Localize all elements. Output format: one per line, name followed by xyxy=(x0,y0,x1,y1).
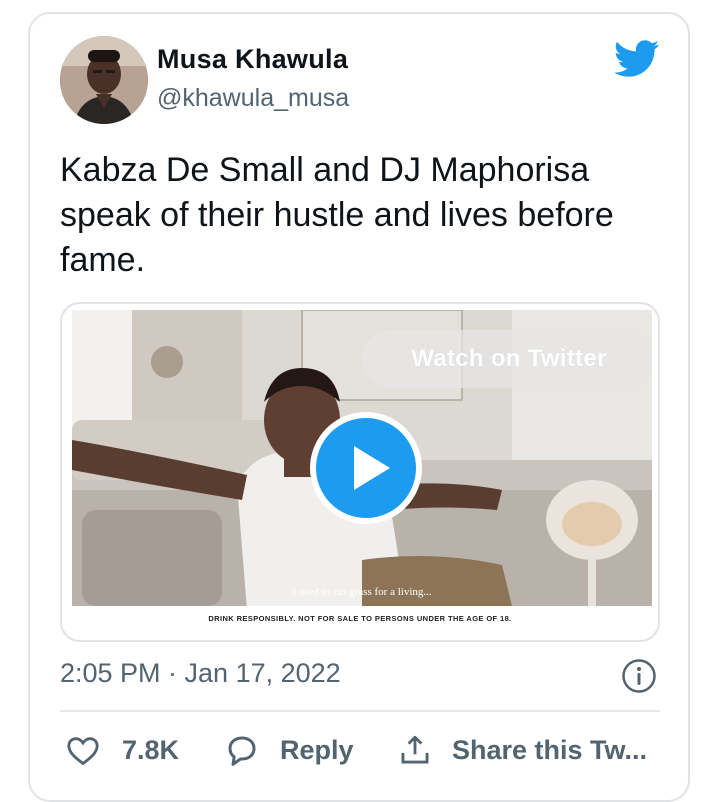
play-icon[interactable] xyxy=(310,412,422,524)
reply-button[interactable]: Reply xyxy=(224,726,354,774)
video-disclaimer: DRINK RESPONSIBLY. NOT FOR SALE TO PERSO… xyxy=(208,614,512,623)
heart-icon xyxy=(67,737,99,766)
reply-icon xyxy=(228,736,256,766)
video-subtitle: I used to cut grass for a living... xyxy=(292,586,432,598)
video-thumbnail[interactable]: Watch on Twitter I used to cut grass for… xyxy=(72,310,652,606)
share-button[interactable]: Share this Tw... xyxy=(398,726,647,774)
watch-on-twitter-button[interactable]: Watch on Twitter xyxy=(362,330,652,388)
video-card[interactable]: Watch on Twitter I used to cut grass for… xyxy=(60,302,660,642)
tweet-text: Kabza De Small and DJ Maphorisa speak of… xyxy=(60,151,614,279)
info-icon[interactable] xyxy=(621,658,657,694)
twitter-bird-icon[interactable] xyxy=(614,40,660,78)
divider xyxy=(60,710,660,712)
like-count: 7.8K xyxy=(122,734,180,765)
author-handle[interactable]: @khawula_musa xyxy=(157,84,349,113)
author-name[interactable]: Musa Khawula xyxy=(157,44,348,75)
tweet-actions: 7.8K Reply Share this Tw... xyxy=(60,726,670,774)
like-button[interactable]: 7.8K xyxy=(66,726,179,774)
share-label: Share this Tw... xyxy=(452,734,648,765)
tweet-timestamp[interactable]: 2:05 PM · Jan 17, 2022 xyxy=(60,658,341,689)
reply-label: Reply xyxy=(280,734,354,765)
share-icon xyxy=(401,735,429,764)
avatar[interactable] xyxy=(60,36,148,124)
